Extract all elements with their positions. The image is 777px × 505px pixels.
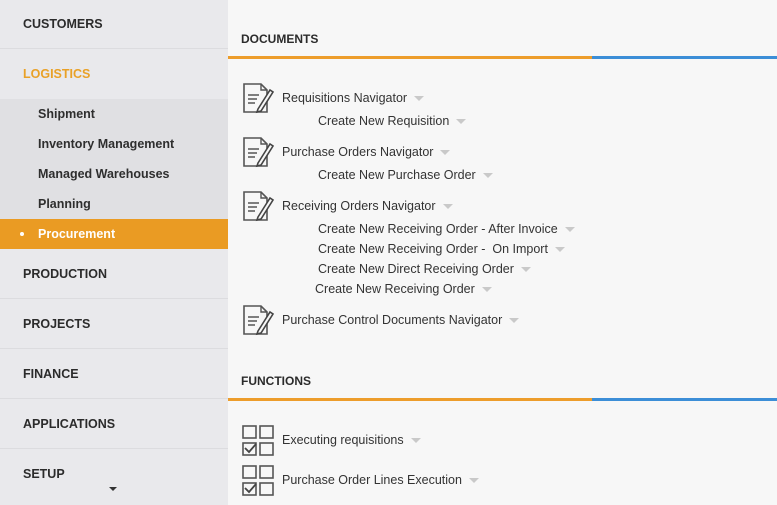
link-label: Create New Purchase Order [318, 168, 476, 182]
sidebar-subitem-label: Managed Warehouses [38, 167, 170, 181]
dropdown-arrow-icon[interactable] [481, 286, 492, 292]
dropdown-arrow-icon[interactable] [440, 149, 451, 155]
section-divider [228, 398, 777, 401]
create-receiving-order-after-invoice-link[interactable]: Create New Receiving Order - After Invoi… [318, 222, 575, 236]
purchase-order-lines-execution-link[interactable]: Purchase Order Lines Execution [282, 473, 479, 487]
checklist-grid-icon [242, 425, 274, 456]
dropdown-arrow-icon[interactable] [468, 477, 479, 483]
sidebar-item-label: PRODUCTION [23, 266, 108, 281]
scroll-down-caret-icon[interactable] [109, 487, 117, 491]
checklist-grid-icon [242, 465, 274, 496]
document-edit-icon [243, 83, 275, 114]
document-edit-icon [243, 137, 275, 168]
dropdown-arrow-icon[interactable] [554, 246, 565, 252]
create-new-purchase-order-link[interactable]: Create New Purchase Order [318, 168, 493, 182]
dropdown-arrow-icon[interactable] [456, 118, 467, 124]
sidebar-item-setup[interactable]: SETUP [0, 449, 228, 499]
sidebar-item-label: FINANCE [23, 366, 79, 381]
link-label: Create New Requisition [318, 114, 450, 128]
dropdown-arrow-icon[interactable] [442, 203, 453, 209]
link-label: Receiving Orders Navigator [282, 199, 436, 213]
sidebar-subitem-inventory-management[interactable]: Inventory Management [0, 129, 228, 159]
selected-bullet-icon [20, 232, 24, 236]
sidebar-item-applications[interactable]: APPLICATIONS [0, 399, 228, 449]
sidebar-item-label: CUSTOMERS [23, 17, 103, 31]
sidebar-subitem-procurement[interactable]: Procurement [0, 219, 228, 249]
document-edit-icon [243, 191, 275, 222]
requisitions-navigator-link[interactable]: Requisitions Navigator [282, 91, 425, 105]
executing-requisitions-link[interactable]: Executing requisitions [282, 433, 421, 447]
sidebar-item-label: SETUP [23, 467, 65, 481]
purchase-control-documents-navigator-link[interactable]: Purchase Control Documents Navigator [282, 313, 520, 327]
link-label: Executing requisitions [282, 433, 404, 447]
purchase-orders-navigator-link[interactable]: Purchase Orders Navigator [282, 145, 451, 159]
dropdown-arrow-icon[interactable] [564, 226, 575, 232]
dropdown-arrow-icon[interactable] [520, 266, 531, 272]
functions-section-title: FUNCTIONS [241, 374, 311, 388]
sidebar-subitem-label: Planning [38, 197, 91, 211]
link-label: Purchase Control Documents Navigator [282, 313, 503, 327]
sidebar-item-label: LOGISTICS [23, 67, 91, 81]
sidebar-item-logistics[interactable]: LOGISTICS [0, 49, 228, 99]
dropdown-arrow-icon[interactable] [509, 317, 520, 323]
sidebar-subitem-managed-warehouses[interactable]: Managed Warehouses [0, 159, 228, 189]
document-edit-icon [243, 305, 275, 336]
sidebar-item-finance[interactable]: FINANCE [0, 349, 228, 399]
sidebar-subitem-label: Procurement [38, 227, 116, 241]
dropdown-arrow-icon[interactable] [410, 437, 421, 443]
sidebar-item-projects[interactable]: PROJECTS [0, 299, 228, 349]
receiving-orders-navigator-link[interactable]: Receiving Orders Navigator [282, 199, 453, 213]
main-content: DOCUMENTS Requisitions Navigator Create … [228, 0, 777, 505]
link-label: Purchase Order Lines Execution [282, 473, 462, 487]
create-new-requisition-link[interactable]: Create New Requisition [318, 114, 467, 128]
link-label: Create New Receiving Order - On Import [318, 242, 548, 256]
link-label: Create New Receiving Order - After Invoi… [318, 222, 558, 236]
link-label: Requisitions Navigator [282, 91, 408, 105]
sidebar-item-production[interactable]: PRODUCTION [0, 249, 228, 299]
sidebar-item-customers[interactable]: CUSTOMERS [0, 0, 228, 49]
link-label: Create New Receiving Order [315, 282, 475, 296]
create-new-receiving-order-link[interactable]: Create New Receiving Order [315, 282, 492, 296]
create-receiving-order-on-import-link[interactable]: Create New Receiving Order - On Import [318, 242, 565, 256]
create-direct-receiving-order-link[interactable]: Create New Direct Receiving Order [318, 262, 531, 276]
sidebar-item-label: APPLICATIONS [23, 416, 116, 431]
sidebar-subitem-shipment[interactable]: Shipment [0, 99, 228, 129]
sidebar-subitem-planning[interactable]: Planning [0, 189, 228, 219]
sidebar-subitem-label: Shipment [38, 107, 95, 121]
dropdown-arrow-icon[interactable] [414, 95, 425, 101]
section-divider [228, 56, 777, 59]
sidebar: CUSTOMERS LOGISTICS Shipment Inventory M… [0, 0, 228, 505]
link-label: Create New Direct Receiving Order [318, 262, 514, 276]
sidebar-item-label: PROJECTS [23, 316, 91, 331]
documents-section-title: DOCUMENTS [241, 32, 319, 46]
sidebar-subitem-label: Inventory Management [38, 137, 175, 151]
dropdown-arrow-icon[interactable] [482, 172, 493, 178]
link-label: Purchase Orders Navigator [282, 145, 434, 159]
logistics-submenu: Shipment Inventory Management Managed Wa… [0, 99, 228, 249]
